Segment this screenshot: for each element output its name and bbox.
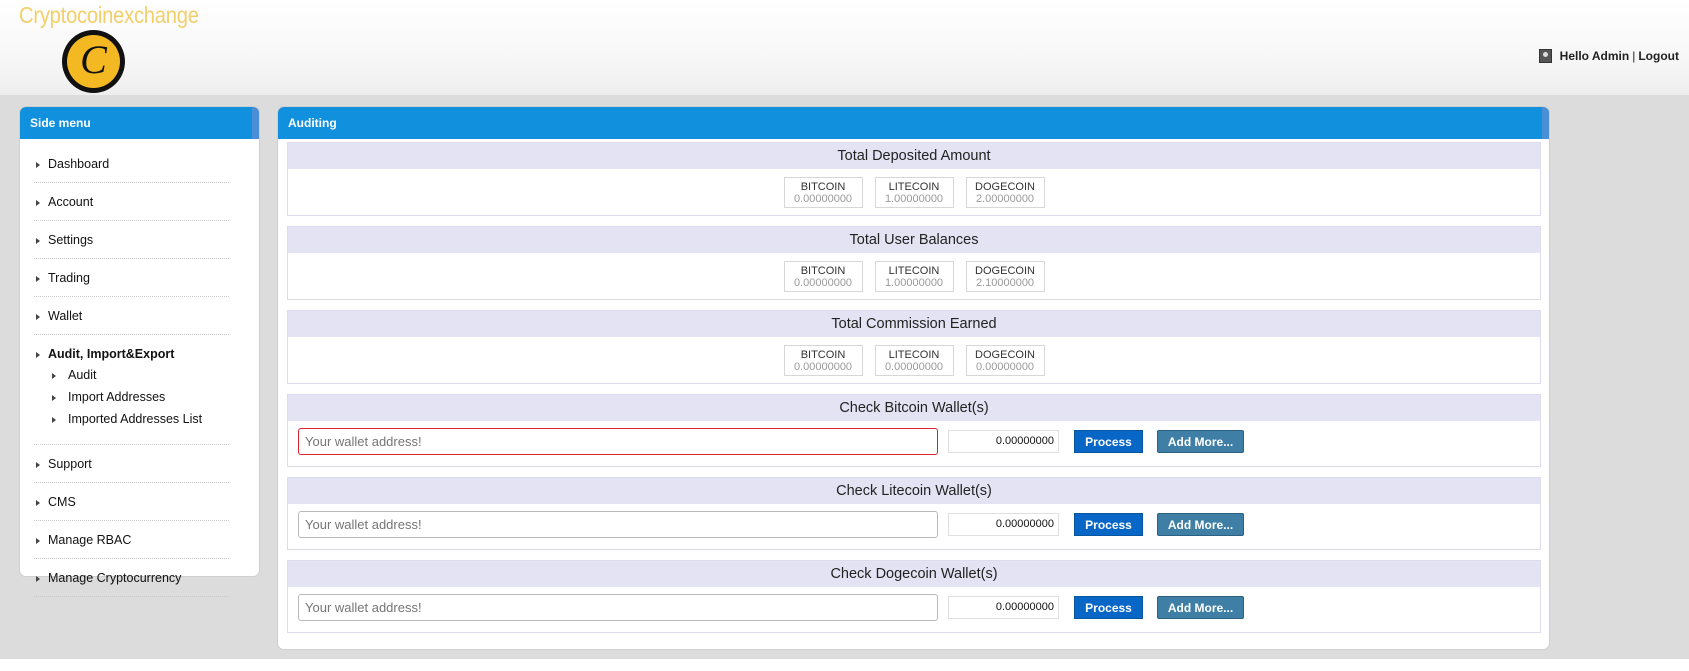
coin-name: BITCOIN <box>800 264 846 277</box>
coin-value: 0.00000000 <box>884 360 944 373</box>
coin-name: LITECOIN <box>888 264 940 277</box>
dogecoin-amount-field: 0.00000000 <box>948 596 1059 619</box>
sidebar-item-manage-rbac[interactable]: Manage RBAC <box>34 521 229 559</box>
dogecoin-add-more-button[interactable]: Add More... <box>1157 596 1244 619</box>
sidebar-item-manage-cryptocurrency[interactable]: Manage Cryptocurrency <box>34 559 229 597</box>
litecoin-process-button[interactable]: Process <box>1074 513 1143 536</box>
coin-value: 1.00000000 <box>884 276 944 289</box>
total-user-balances-section: Total User Balances BITCOIN 0.00000000 LI… <box>287 226 1541 300</box>
brand-logo[interactable]: C <box>62 30 125 93</box>
logo-letter: C <box>80 36 107 82</box>
side-menu: Dashboard Account Settings Trading Walle… <box>20 139 259 597</box>
check-dogecoin-section: Check Dogecoin Wallet(s) 0.00000000 Proc… <box>287 560 1541 633</box>
coin-value: 0.00000000 <box>793 192 853 205</box>
side-menu-title: Side menu <box>20 107 259 139</box>
section-title: Check Bitcoin Wallet(s) <box>288 395 1540 421</box>
user-bar: Hello Admin | Logout <box>1538 49 1679 63</box>
sidebar-item-support[interactable]: Support <box>34 445 229 483</box>
coin-name: DOGECOIN <box>975 348 1035 361</box>
coin-box-litecoin: LITECOIN 0.00000000 <box>874 344 954 376</box>
submenu-item-audit[interactable]: Audit <box>48 364 229 386</box>
separator: | <box>1632 49 1636 63</box>
section-title: Check Dogecoin Wallet(s) <box>288 561 1540 587</box>
sidebar-item-dashboard[interactable]: Dashboard <box>34 145 229 183</box>
coin-box-litecoin: LITECOIN 1.00000000 <box>874 176 954 208</box>
audit-submenu: Audit Import Addresses Imported Addresse… <box>48 364 229 430</box>
check-litecoin-section: Check Litecoin Wallet(s) 0.00000000 Proc… <box>287 477 1541 550</box>
bitcoin-process-button[interactable]: Process <box>1074 430 1143 453</box>
coin-value: 2.10000000 <box>975 276 1035 289</box>
coin-name: BITCOIN <box>800 180 846 193</box>
auditing-panel: Auditing Total Deposited Amount BITCOIN 0… <box>277 106 1550 650</box>
greeting-text: Hello Admin <box>1559 49 1630 63</box>
dogecoin-process-button[interactable]: Process <box>1074 596 1143 619</box>
top-header: Cryptocoinexchange C Hello Admin | Logou… <box>0 0 1689 95</box>
section-title: Check Litecoin Wallet(s) <box>288 478 1540 504</box>
coin-box-bitcoin: BITCOIN 0.00000000 <box>783 260 863 292</box>
submenu-item-import-addresses[interactable]: Import Addresses <box>48 386 229 408</box>
litecoin-add-more-button[interactable]: Add More... <box>1157 513 1244 536</box>
sidebar-item-audit-import-export[interactable]: Audit, Import&Export Audit Import Addres… <box>34 335 229 445</box>
coin-box-dogecoin: DOGECOIN 2.00000000 <box>965 176 1045 208</box>
coin-box-bitcoin: BITCOIN 0.00000000 <box>783 344 863 376</box>
litecoin-amount-field: 0.00000000 <box>948 513 1059 536</box>
side-menu-panel: Side menu Dashboard Account Settings Tra… <box>19 106 260 597</box>
brand-name: Cryptocoinexchange <box>19 2 199 28</box>
coin-box-bitcoin: BITCOIN 0.00000000 <box>783 176 863 208</box>
coin-value: 0.00000000 <box>793 276 853 289</box>
bitcoin-add-more-button[interactable]: Add More... <box>1157 430 1244 453</box>
sidebar-item-cms[interactable]: CMS <box>34 483 229 521</box>
coin-name: BITCOIN <box>800 348 846 361</box>
coin-value: 0.00000000 <box>975 360 1035 373</box>
total-deposited-section: Total Deposited Amount BITCOIN 0.00000000… <box>287 142 1541 216</box>
auditing-title: Auditing <box>278 107 1549 139</box>
section-title: Total User Balances <box>288 227 1540 253</box>
sidebar-item-wallet[interactable]: Wallet <box>34 297 229 335</box>
user-avatar-icon <box>1538 49 1552 63</box>
sidebar-item-settings[interactable]: Settings <box>34 221 229 259</box>
coin-name: LITECOIN <box>888 180 940 193</box>
section-title: Total Deposited Amount <box>288 143 1540 169</box>
coin-box-dogecoin: DOGECOIN 2.10000000 <box>965 260 1045 292</box>
coin-name: DOGECOIN <box>975 264 1035 277</box>
bitcoin-amount-field: 0.00000000 <box>948 430 1059 453</box>
section-title: Total Commission Earned <box>288 311 1540 337</box>
check-bitcoin-section: Check Bitcoin Wallet(s) 0.00000000 Proce… <box>287 394 1541 467</box>
submenu-item-imported-addresses-list[interactable]: Imported Addresses List <box>48 408 229 430</box>
coin-name: DOGECOIN <box>975 180 1035 193</box>
coin-value: 1.00000000 <box>884 192 944 205</box>
total-commission-section: Total Commission Earned BITCOIN 0.0000000… <box>287 310 1541 384</box>
coin-box-dogecoin: DOGECOIN 0.00000000 <box>965 344 1045 376</box>
coin-value: 2.00000000 <box>975 192 1035 205</box>
dogecoin-wallet-address-input[interactable] <box>298 594 938 621</box>
sidebar-item-trading[interactable]: Trading <box>34 259 229 297</box>
sidebar-item-label: Audit, Import&Export <box>48 347 175 361</box>
coin-box-litecoin: LITECOIN 1.00000000 <box>874 260 954 292</box>
bitcoin-wallet-address-input[interactable] <box>298 428 938 455</box>
coin-value: 0.00000000 <box>793 360 853 373</box>
sidebar-item-account[interactable]: Account <box>34 183 229 221</box>
coin-name: LITECOIN <box>888 348 940 361</box>
logout-link[interactable]: Logout <box>1638 49 1679 63</box>
litecoin-wallet-address-input[interactable] <box>298 511 938 538</box>
